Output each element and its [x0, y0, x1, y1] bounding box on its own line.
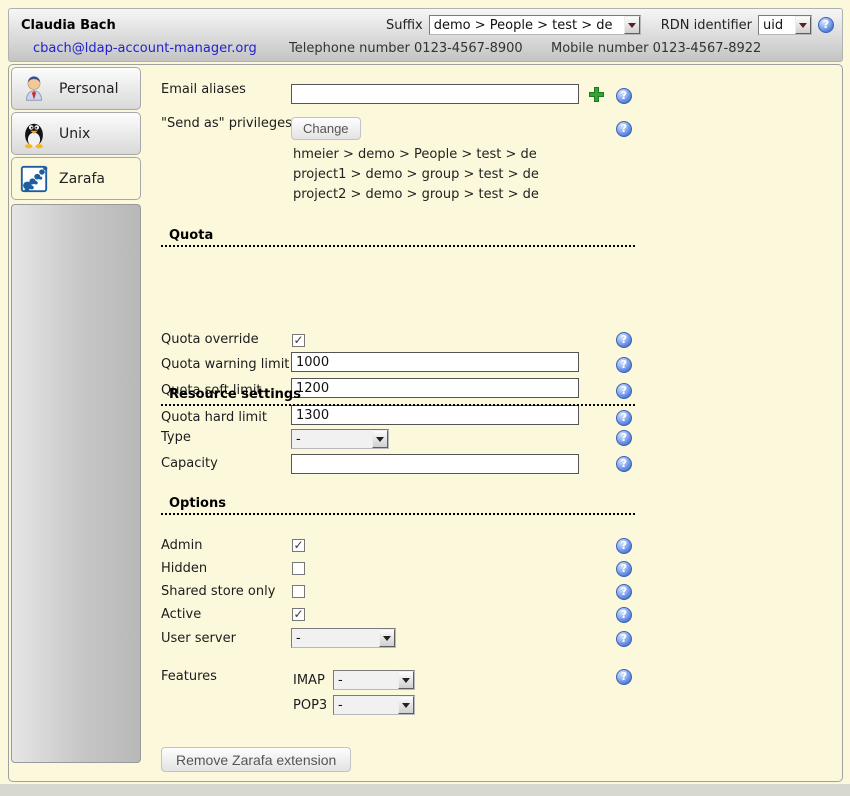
shared-store-only-checkbox[interactable]	[292, 585, 305, 598]
tab-unix-label: Unix	[59, 126, 90, 142]
features-label: Features	[161, 669, 217, 685]
admin-checkbox[interactable]: ✓	[292, 539, 305, 552]
user-icon	[19, 74, 49, 104]
quota-warning-input[interactable]	[291, 352, 579, 372]
help-icon[interactable]: ?	[616, 669, 632, 685]
chevron-down-icon	[795, 16, 811, 34]
suffix-select[interactable]: demo > People > test > de	[429, 15, 641, 35]
type-label: Type	[161, 430, 191, 446]
rdn-identifier-label: RDN identifier	[661, 18, 752, 33]
send-as-label: "Send as" privileges	[161, 116, 292, 132]
hidden-label: Hidden	[161, 561, 207, 577]
help-icon[interactable]: ?	[616, 607, 632, 623]
quota-override-label: Quota override	[161, 332, 259, 348]
send-as-entries: hmeier > demo > People > test > de proje…	[293, 145, 539, 205]
help-icon[interactable]: ?	[616, 430, 632, 446]
telephone-text: Telephone number 0123-4567-8900	[289, 41, 523, 56]
quota-heading-text: Quota	[161, 228, 213, 243]
suffix-label: Suffix	[386, 18, 423, 33]
sidebar-panel	[11, 204, 141, 763]
help-icon[interactable]: ?	[818, 17, 834, 33]
active-checkbox[interactable]: ✓	[292, 608, 305, 621]
help-icon[interactable]: ?	[616, 456, 632, 472]
mobile-text: Mobile number 0123-4567-8922	[551, 41, 761, 56]
tab-unix[interactable]: Unix	[11, 112, 141, 155]
change-button[interactable]: Change	[291, 117, 361, 140]
send-as-entry: project2 > demo > group > test > de	[293, 185, 539, 205]
help-icon[interactable]: ?	[616, 410, 632, 426]
email-link[interactable]: cbach@ldap-account-manager.org	[33, 41, 257, 56]
pop3-select-value: -	[334, 696, 398, 714]
hidden-checkbox[interactable]	[292, 562, 305, 575]
page-title: Claudia Bach	[21, 18, 116, 33]
resource-section-heading: Resource settings	[161, 387, 635, 406]
tab-personal-label: Personal	[59, 81, 119, 97]
type-select-value: -	[292, 430, 372, 448]
help-icon[interactable]: ?	[616, 332, 632, 348]
tab-zarafa[interactable]: Zarafa	[11, 157, 141, 200]
suffix-select-value: demo > People > test > de	[430, 16, 624, 34]
quota-override-checkbox[interactable]: ✓	[292, 334, 305, 347]
rdn-identifier-select[interactable]: uid	[758, 15, 812, 35]
admin-label: Admin	[161, 538, 202, 554]
quota-hard-input[interactable]	[291, 405, 579, 425]
zarafa-icon	[19, 164, 49, 194]
capacity-input[interactable]	[291, 454, 579, 474]
remove-zarafa-extension-button[interactable]: Remove Zarafa extension	[161, 747, 351, 772]
user-server-select[interactable]: -	[291, 628, 396, 648]
email-aliases-input[interactable]	[291, 84, 579, 104]
lam-page: Claudia Bach Suffix demo > People > test…	[0, 0, 850, 796]
help-icon[interactable]: ?	[616, 538, 632, 554]
help-icon[interactable]: ?	[616, 584, 632, 600]
imap-select-value: -	[334, 671, 398, 689]
capacity-label: Capacity	[161, 456, 218, 472]
chevron-down-icon	[372, 430, 388, 448]
quota-hard-label: Quota hard limit	[161, 410, 267, 426]
user-server-select-value: -	[292, 629, 379, 647]
active-label: Active	[161, 607, 201, 623]
help-icon[interactable]: ?	[616, 631, 632, 647]
tab-zarafa-label: Zarafa	[59, 171, 105, 187]
tab-personal[interactable]: Personal	[11, 67, 141, 110]
email-aliases-label: Email aliases	[161, 82, 246, 98]
pop3-select[interactable]: -	[333, 695, 415, 715]
imap-select[interactable]: -	[333, 670, 415, 690]
header-row-top: Claudia Bach Suffix demo > People > test…	[21, 14, 834, 36]
quota-section-heading: Quota	[161, 228, 635, 247]
chevron-down-icon	[398, 696, 414, 714]
bottom-strip	[0, 784, 850, 796]
help-icon[interactable]: ?	[616, 88, 632, 104]
chevron-down-icon	[379, 629, 395, 647]
quota-warning-label: Quota warning limit	[161, 357, 289, 373]
shared-store-only-label: Shared store only	[161, 584, 275, 600]
chevron-down-icon	[398, 671, 414, 689]
type-select[interactable]: -	[291, 429, 389, 449]
add-icon[interactable]	[588, 86, 605, 103]
help-icon[interactable]: ?	[616, 357, 632, 373]
resource-heading-text: Resource settings	[161, 387, 301, 402]
help-icon[interactable]: ?	[616, 121, 632, 137]
help-icon[interactable]: ?	[616, 561, 632, 577]
user-server-label: User server	[161, 631, 236, 647]
pop3-label: POP3	[293, 698, 327, 714]
send-as-entry: hmeier > demo > People > test > de	[293, 145, 539, 165]
tux-icon	[19, 119, 49, 149]
chevron-down-icon	[624, 16, 640, 34]
options-section-heading: Options	[161, 496, 635, 515]
send-as-entry: project1 > demo > group > test > de	[293, 165, 539, 185]
imap-label: IMAP	[293, 673, 325, 689]
rdn-select-value: uid	[759, 16, 795, 34]
options-heading-text: Options	[161, 496, 226, 511]
content-area: Personal Unix	[8, 64, 843, 782]
account-header: Claudia Bach Suffix demo > People > test…	[8, 8, 843, 62]
